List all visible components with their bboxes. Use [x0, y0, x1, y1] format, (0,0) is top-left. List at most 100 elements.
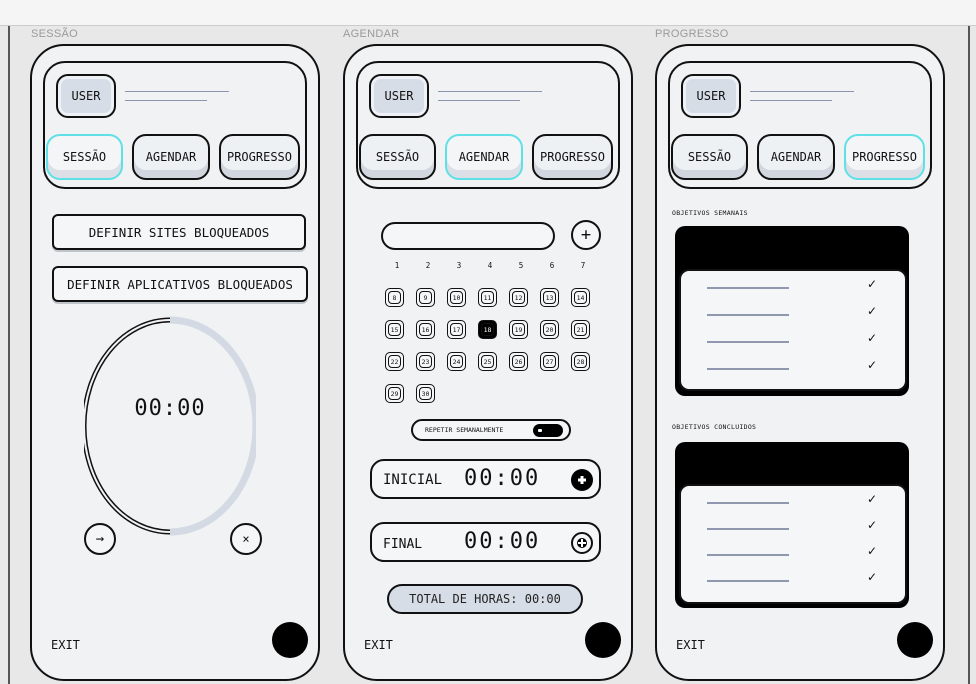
header-panel: USER SESSÃO AGENDAR PROGRESSO [668, 61, 932, 189]
fab-dot-button[interactable] [585, 622, 621, 658]
column-label-progress: PROGRESSO [655, 28, 729, 40]
goal-item-line [707, 502, 789, 504]
weekday-label: 5 [518, 261, 524, 270]
end-time-value[interactable]: 00:00 [464, 529, 540, 554]
calendar-day[interactable]: 22 [385, 352, 404, 371]
user-name-placeholder [438, 91, 542, 92]
goal-item-line [707, 368, 789, 370]
check-icon[interactable]: ✓ [867, 277, 877, 291]
start-time-field[interactable]: INICIAL 00:00 [370, 459, 601, 499]
weekly-goals-card: ✓ ✓ ✓ ✓ [675, 226, 909, 396]
weekly-goals-list: ✓ ✓ ✓ ✓ [679, 269, 907, 391]
cancel-session-button[interactable]: × [230, 523, 262, 555]
completed-goals-title: OBJETIVOS CONCLUIDOS [672, 423, 757, 431]
column-label-session: SESSÃO [31, 28, 79, 40]
plus-icon: + [580, 225, 592, 245]
close-icon: × [242, 532, 250, 546]
weekday-label: 3 [456, 261, 462, 270]
completed-goals-list: ✓ ✓ ✓ ✓ [679, 484, 907, 604]
end-time-picker-button[interactable] [571, 532, 593, 554]
end-time-field[interactable]: FINAL 00:00 [370, 522, 601, 562]
calendar-day[interactable]: 11 [478, 288, 497, 307]
repeat-weekly-label: REPETIR SEMANALMENTE [425, 426, 504, 434]
goal-item-line [707, 580, 789, 582]
calendar-day[interactable]: 27 [540, 352, 559, 371]
start-time-picker-button[interactable] [571, 469, 593, 491]
calendar-day-selected[interactable]: 18 [478, 320, 497, 339]
weekday-label: 7 [580, 261, 586, 270]
tab-session[interactable]: SESSÃO [359, 134, 436, 180]
calendar-day[interactable]: 19 [509, 320, 528, 339]
phone-session-screen: USER SESSÃO AGENDAR PROGRESSO DEFINIR SI… [30, 44, 320, 681]
start-time-value[interactable]: 00:00 [464, 466, 540, 491]
check-icon: ✓ [867, 544, 878, 558]
schedule-search-input[interactable] [381, 222, 555, 250]
header-panel: USER SESSÃO AGENDAR PROGRESSO [43, 61, 307, 189]
check-icon: ✓ [867, 492, 878, 506]
weekday-label: 2 [425, 261, 431, 270]
fab-dot-button[interactable] [272, 622, 308, 658]
calendar-day[interactable]: 14 [571, 288, 590, 307]
radio-dot-icon [577, 538, 587, 548]
calendar-day[interactable]: 23 [416, 352, 435, 371]
tab-schedule[interactable]: AGENDAR [132, 134, 210, 180]
calendar-day[interactable]: 21 [571, 320, 590, 339]
calendar-day[interactable]: 30 [416, 384, 435, 403]
user-detail-placeholder [750, 100, 832, 101]
plus-circle-icon [578, 476, 586, 484]
exit-button[interactable]: EXIT [51, 638, 80, 652]
weekday-label: 6 [549, 261, 555, 270]
fab-dot-button[interactable] [897, 622, 933, 658]
add-schedule-button[interactable]: + [571, 220, 601, 250]
end-time-label: FINAL [383, 537, 423, 552]
goal-item-line [707, 287, 789, 289]
calendar-day[interactable]: 20 [540, 320, 559, 339]
check-icon: ✓ [867, 518, 878, 532]
tab-schedule[interactable]: AGENDAR [757, 134, 835, 180]
start-session-button[interactable]: → [84, 523, 116, 555]
calendar-day[interactable]: 26 [509, 352, 528, 371]
calendar-day[interactable]: 13 [540, 288, 559, 307]
toggle-switch-icon[interactable] [533, 424, 563, 437]
block-apps-button[interactable]: DEFINIR APLICATIVOS BLOQUEADOS [52, 266, 308, 302]
tab-progress[interactable]: PROGRESSO [532, 134, 613, 180]
calendar-day[interactable]: 17 [447, 320, 466, 339]
user-button[interactable]: USER [681, 74, 741, 118]
phone-progress-screen: USER SESSÃO AGENDAR PROGRESSO OBJETIVOS … [655, 44, 945, 681]
exit-button[interactable]: EXIT [364, 638, 393, 652]
repeat-weekly-toggle[interactable]: REPETIR SEMANALMENTE [411, 419, 571, 441]
tab-schedule[interactable]: AGENDAR [445, 134, 523, 180]
user-button[interactable]: USER [56, 74, 116, 118]
weekday-label: 1 [394, 261, 400, 270]
session-timer-display: 00:00 [134, 396, 206, 421]
calendar-day[interactable]: 10 [447, 288, 466, 307]
tab-progress[interactable]: PROGRESSO [844, 134, 925, 180]
user-button[interactable]: USER [369, 74, 429, 118]
user-detail-placeholder [125, 100, 207, 101]
calendar-day[interactable]: 15 [385, 320, 404, 339]
check-icon[interactable]: ✓ [867, 304, 877, 318]
goal-item-line [707, 341, 789, 343]
arrow-right-icon: → [95, 531, 105, 547]
exit-button[interactable]: EXIT [676, 638, 705, 652]
header-panel: USER SESSÃO AGENDAR PROGRESSO [356, 61, 620, 189]
tab-session[interactable]: SESSÃO [46, 134, 123, 180]
block-sites-button[interactable]: DEFINIR SITES BLOQUEADOS [52, 214, 306, 250]
calendar-day[interactable]: 9 [416, 288, 435, 307]
user-detail-placeholder [438, 100, 520, 101]
calendar-day[interactable]: 12 [509, 288, 528, 307]
calendar-day[interactable]: 29 [385, 384, 404, 403]
goal-item-line [707, 314, 789, 316]
tab-session[interactable]: SESSÃO [671, 134, 748, 180]
calendar-day[interactable]: 28 [571, 352, 590, 371]
column-label-schedule: AGENDAR [343, 28, 400, 40]
check-icon[interactable]: ✓ [867, 331, 877, 345]
check-icon[interactable]: ✓ [867, 358, 877, 372]
check-icon: ✓ [867, 570, 878, 584]
tab-progress[interactable]: PROGRESSO [219, 134, 300, 180]
calendar-day[interactable]: 24 [447, 352, 466, 371]
calendar-day[interactable]: 16 [416, 320, 435, 339]
calendar-day[interactable]: 8 [385, 288, 404, 307]
calendar-day[interactable]: 25 [478, 352, 497, 371]
weekday-label: 4 [487, 261, 493, 270]
